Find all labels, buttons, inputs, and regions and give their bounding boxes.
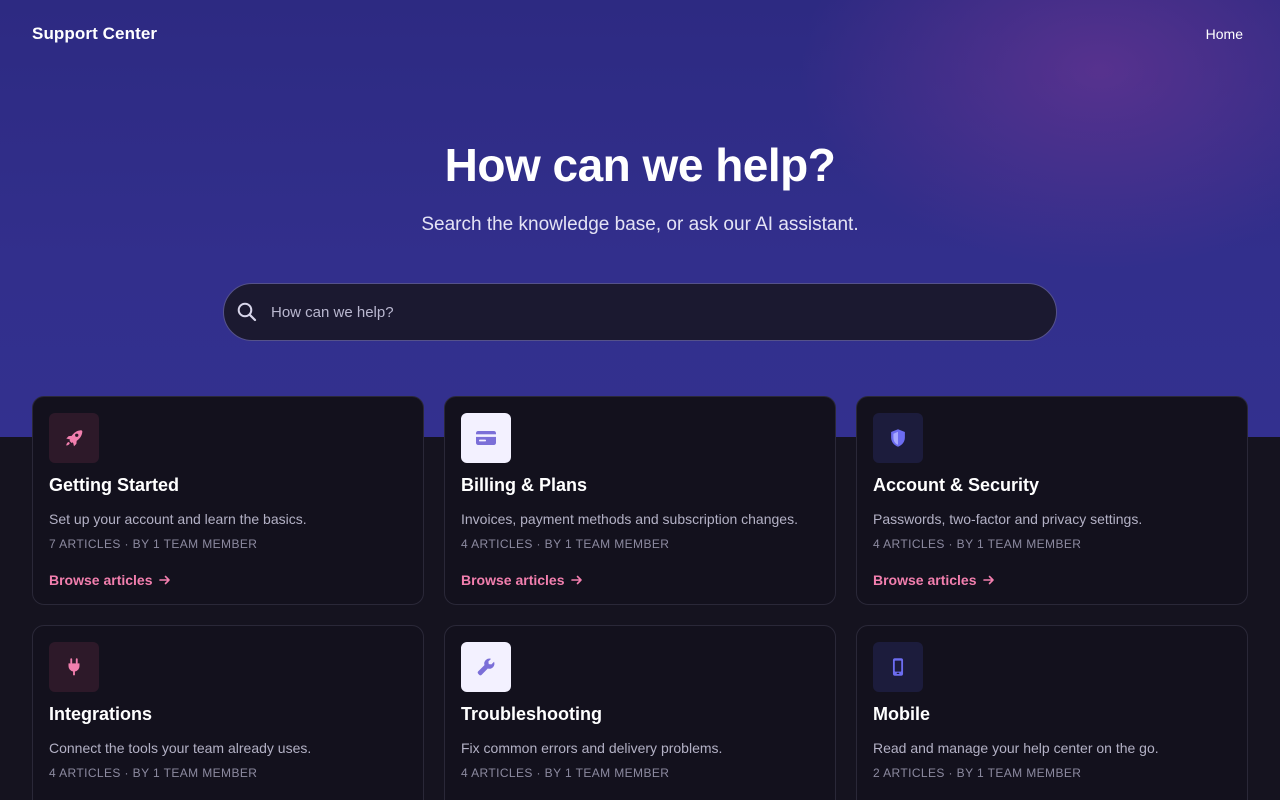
category-description: Read and manage your help center on the … [873, 740, 1159, 756]
browse-articles-label: Browse articles [49, 572, 153, 588]
arrow-right-icon [570, 574, 583, 586]
category-description: Passwords, two-factor and privacy settin… [873, 511, 1143, 527]
brand-name: Support Center [32, 24, 158, 43]
browse-articles-link[interactable]: Browse articles [873, 572, 995, 588]
category-meta: 4 ARTICLES · BY 1 TEAM MEMBER [873, 537, 1082, 551]
category-title: Billing & Plans [461, 475, 588, 495]
arrow-right-icon [158, 574, 171, 586]
category-card-account-security[interactable]: Account & Security Passwords, two-factor… [856, 396, 1248, 605]
category-description: Fix common errors and delivery problems. [461, 740, 723, 756]
category-title: Integrations [49, 704, 153, 724]
rocket-icon [49, 413, 99, 463]
browse-articles-label: Browse articles [461, 572, 565, 588]
category-title: Mobile [873, 704, 930, 724]
wrench-icon [461, 642, 511, 692]
category-description: Set up your account and learn the basics… [49, 511, 307, 527]
hero-subtitle: Search the knowledge base, or ask our AI… [421, 214, 859, 235]
top-bar: Support Center Home [32, 22, 1243, 46]
category-description: Connect the tools your team already uses… [49, 740, 312, 756]
shield-icon [873, 413, 923, 463]
plug-icon [49, 642, 99, 692]
category-card-mobile[interactable]: Mobile Read and manage your help center … [856, 625, 1248, 800]
category-meta: 4 ARTICLES · BY 1 TEAM MEMBER [461, 537, 670, 551]
search-input[interactable] [271, 284, 1056, 340]
category-card-getting-started[interactable]: Getting Started Set up your account and … [32, 396, 424, 605]
browse-articles-label: Browse articles [873, 572, 977, 588]
category-title: Getting Started [49, 475, 180, 495]
search-icon [236, 301, 258, 323]
category-title: Troubleshooting [461, 704, 602, 724]
hero-title: How can we help? [444, 139, 836, 191]
category-card-billing-plans[interactable]: Billing & Plans Invoices, payment method… [444, 396, 836, 605]
category-meta: 4 ARTICLES · BY 1 TEAM MEMBER [49, 766, 258, 780]
mobile-phone-icon [873, 642, 923, 692]
browse-articles-link[interactable]: Browse articles [49, 572, 171, 588]
category-meta: 7 ARTICLES · BY 1 TEAM MEMBER [49, 537, 258, 551]
category-meta: 4 ARTICLES · BY 1 TEAM MEMBER [461, 766, 670, 780]
arrow-right-icon [982, 574, 995, 586]
category-title: Account & Security [873, 475, 1040, 495]
credit-card-icon [461, 413, 511, 463]
category-description: Invoices, payment methods and subscripti… [461, 511, 798, 527]
category-card-integrations[interactable]: Integrations Connect the tools your team… [32, 625, 424, 800]
search-bar[interactable] [223, 283, 1057, 341]
category-card-troubleshooting[interactable]: Troubleshooting Fix common errors and de… [444, 625, 836, 800]
browse-articles-link[interactable]: Browse articles [461, 572, 583, 588]
nav-home-link[interactable]: Home [1206, 26, 1243, 42]
category-meta: 2 ARTICLES · BY 1 TEAM MEMBER [873, 766, 1082, 780]
